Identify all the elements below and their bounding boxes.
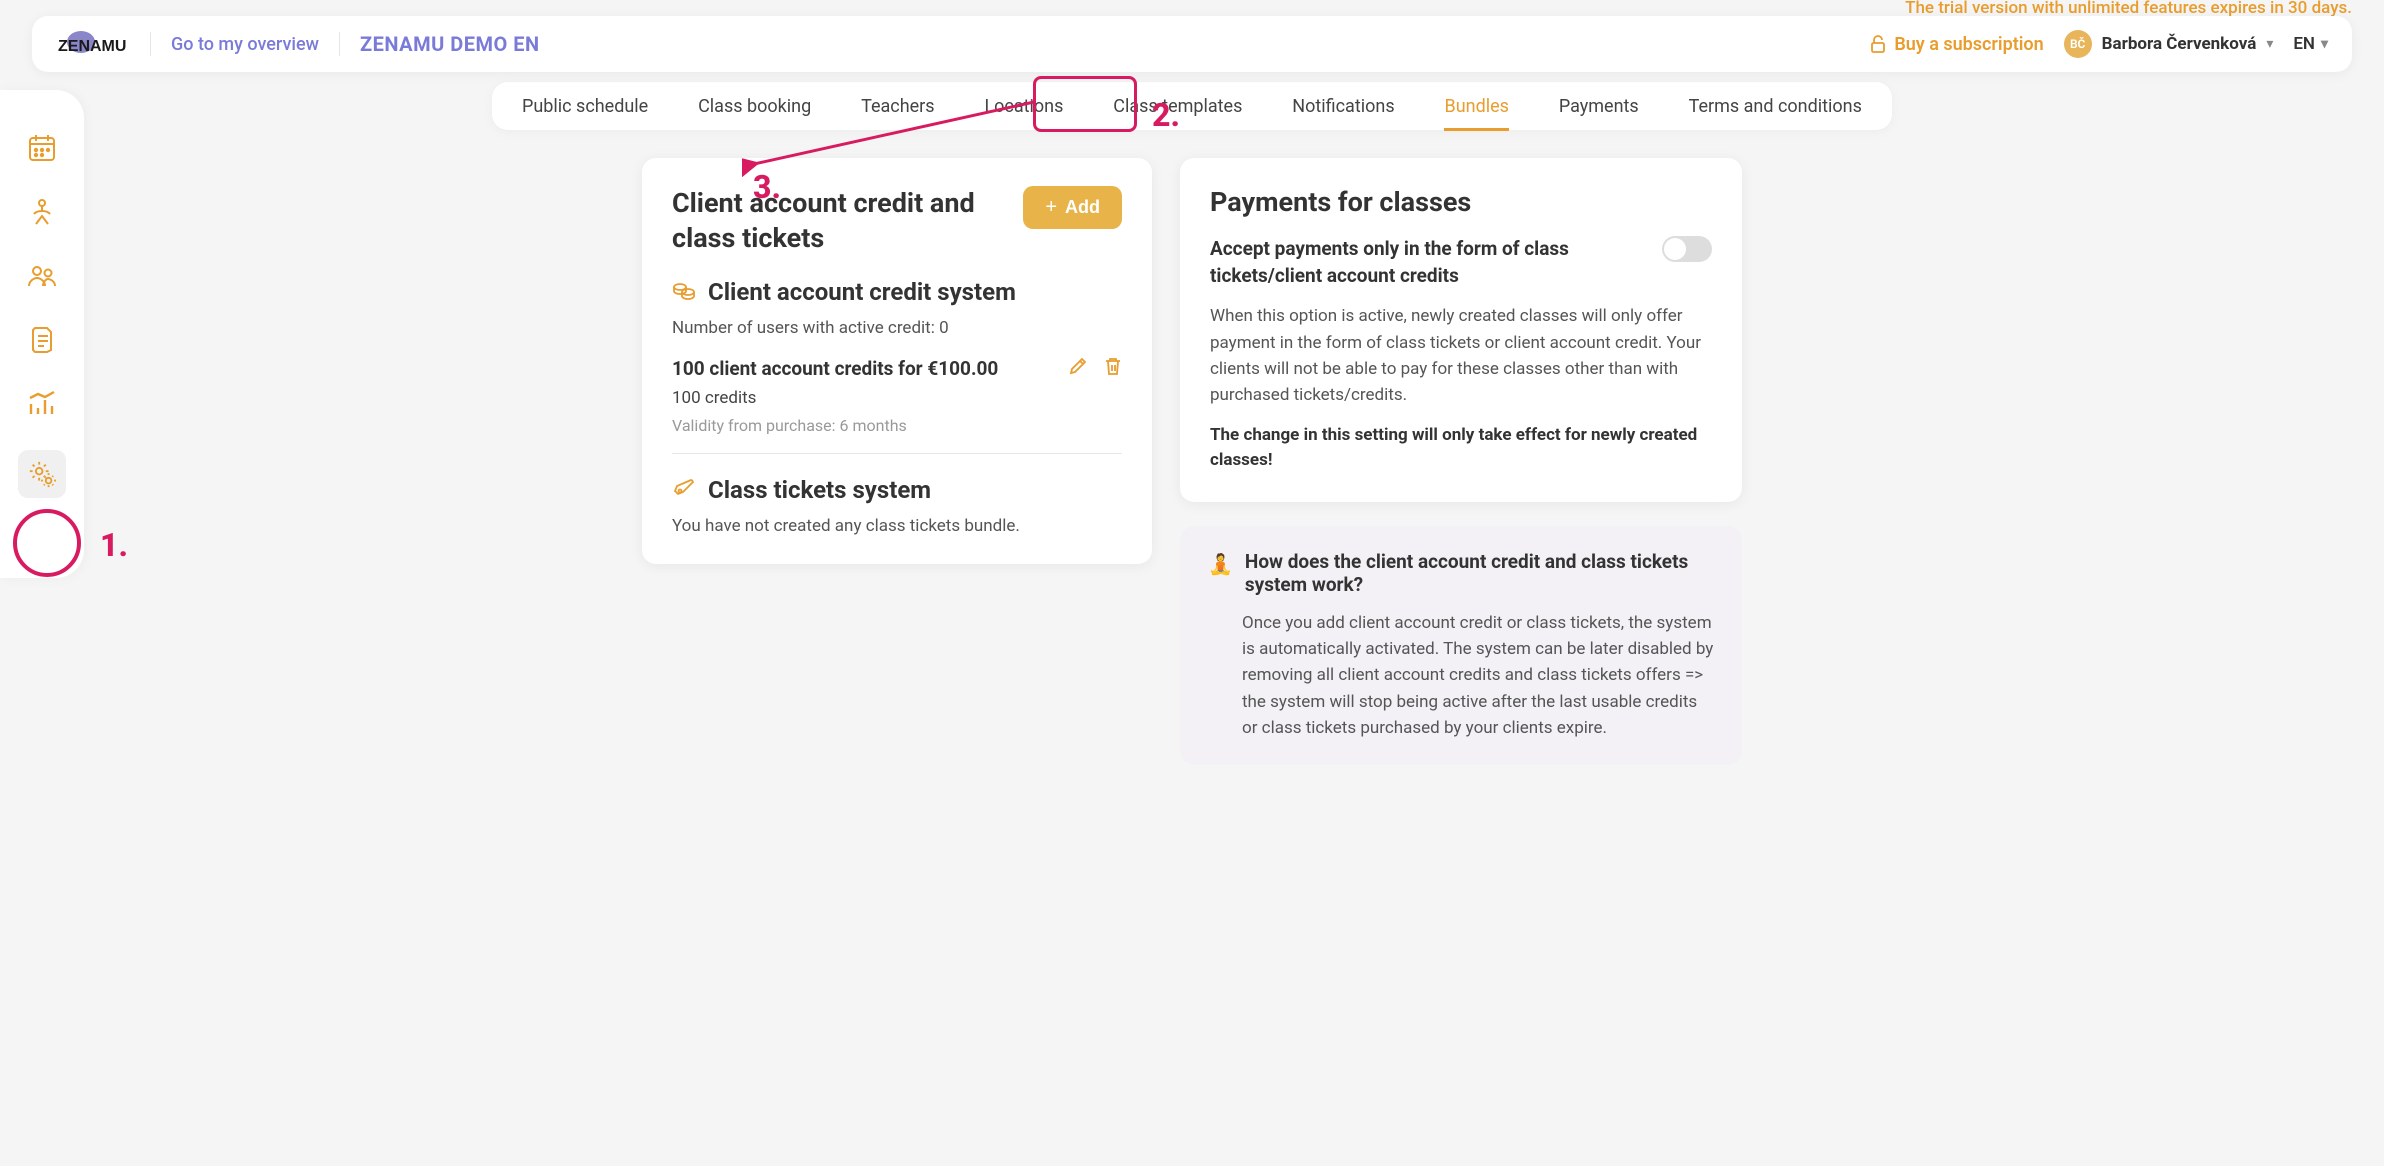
sidebar-yoga-icon[interactable]: [24, 194, 60, 230]
payments-warning: The change in this setting will only tak…: [1210, 423, 1712, 474]
credit-section-title: Client account credit system: [708, 278, 1016, 306]
card-title: Client account credit and class tickets: [672, 186, 1003, 256]
tab-teachers[interactable]: Teachers: [861, 92, 934, 121]
divider: [150, 32, 151, 56]
add-button[interactable]: + Add: [1023, 186, 1122, 229]
logo: ZENAMU: [56, 28, 130, 60]
payments-card: Payments for classes Accept payments onl…: [1180, 158, 1742, 502]
payments-desc: When this option is active, newly create…: [1210, 303, 1712, 408]
info-body: Once you add client account credit or cl…: [1208, 610, 1714, 742]
topbar: ZENAMU Go to my overview ZENAMU DEMO EN …: [32, 16, 2352, 72]
payments-toggle[interactable]: [1662, 236, 1712, 262]
ticket-icon: [672, 477, 696, 503]
tab-class-templates[interactable]: Class templates: [1113, 92, 1242, 121]
sidebar-calendar-icon[interactable]: [24, 130, 60, 166]
info-title: How does the client account credit and c…: [1245, 550, 1714, 596]
info-card: 🧘 How does the client account credit and…: [1180, 526, 1742, 766]
main-content: Client account credit and class tickets …: [642, 158, 1742, 765]
tab-payments[interactable]: Payments: [1559, 92, 1639, 121]
credit-stat: Number of users with active credit: 0: [672, 318, 1122, 338]
sidebar-chart-icon[interactable]: [24, 386, 60, 422]
buy-subscription-label: Buy a subscription: [1894, 34, 2043, 55]
tab-class-booking[interactable]: Class booking: [698, 92, 811, 121]
tab-terms-and-conditions[interactable]: Terms and conditions: [1689, 92, 1862, 121]
chevron-down-icon: ▾: [2266, 36, 2273, 52]
credit-tickets-card: Client account credit and class tickets …: [642, 158, 1152, 564]
coins-icon: [672, 279, 696, 305]
delete-icon[interactable]: [1104, 356, 1122, 380]
svg-text:ZENAMU: ZENAMU: [58, 38, 126, 55]
payments-title: Payments for classes: [1210, 186, 1712, 218]
username: Barbora Červenková: [2102, 34, 2257, 54]
credit-item-sub: 100 credits: [672, 388, 1122, 408]
site-name: ZENAMU DEMO EN: [360, 32, 540, 56]
edit-icon[interactable]: [1068, 356, 1088, 380]
lock-icon: [1870, 35, 1886, 53]
chevron-down-icon: ▾: [2321, 36, 2328, 52]
credit-item-validity: Validity from purchase: 6 months: [672, 416, 1122, 435]
annotation-1: 1.: [100, 526, 128, 564]
toggle-label: Accept payments only in the form of clas…: [1210, 236, 1638, 289]
tab-bundles[interactable]: Bundles: [1444, 92, 1508, 121]
user-menu[interactable]: BČ Barbora Červenková ▾: [2064, 30, 2274, 58]
plus-icon: +: [1045, 196, 1057, 219]
add-label: Add: [1065, 197, 1100, 218]
language-menu[interactable]: EN ▾: [2293, 34, 2328, 54]
tickets-section-title: Class tickets system: [708, 476, 931, 504]
tab-public-schedule[interactable]: Public schedule: [522, 92, 648, 121]
tab-locations[interactable]: Locations: [984, 92, 1063, 121]
yoga-emoji-icon: 🧘: [1208, 552, 1233, 576]
tab-notifications[interactable]: Notifications: [1292, 92, 1394, 121]
settings-tabs: Public schedule Class booking Teachers Loca…: [492, 82, 1892, 130]
divider: [339, 32, 340, 56]
sidebar-people-icon[interactable]: [24, 258, 60, 294]
sidebar: [0, 90, 84, 578]
sidebar-document-icon[interactable]: [24, 322, 60, 358]
avatar: BČ: [2064, 30, 2092, 58]
sidebar-settings-icon[interactable]: [18, 450, 66, 498]
buy-subscription-link[interactable]: Buy a subscription: [1870, 34, 2043, 55]
overview-link[interactable]: Go to my overview: [171, 34, 319, 55]
credit-item-name: 100 client account credits for €100.00: [672, 357, 998, 380]
tickets-empty: You have not created any class tickets b…: [672, 516, 1122, 536]
divider: [672, 453, 1122, 454]
language-label: EN: [2293, 34, 2315, 54]
